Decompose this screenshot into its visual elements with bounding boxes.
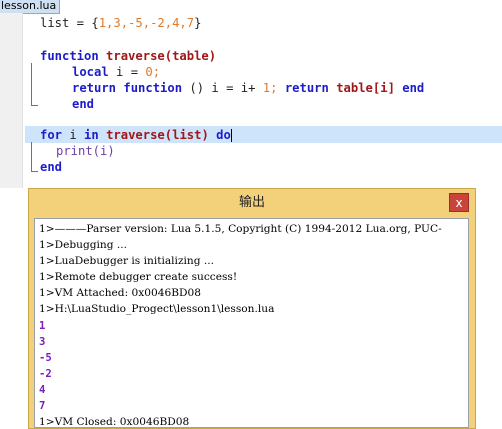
output-panel-title[interactable]: 输出 [29, 189, 475, 217]
code-text: ; [270, 81, 285, 95]
output-line: 1>VM Closed: 0x0046BD08 [39, 416, 190, 428]
code-text: (table) [164, 49, 217, 63]
output-result: 7 [39, 400, 46, 412]
code-line-10[interactable]: end [40, 159, 62, 175]
code-keyword: end [72, 97, 95, 111]
line-gutter [0, 13, 23, 188]
output-line: 1>H:\LuaStudio_Progect\lesson1\lesson.lu… [39, 303, 275, 315]
code-line-4[interactable]: local i = 0; [72, 64, 160, 80]
tab-lesson-lua[interactable]: lesson.lua [0, 0, 60, 14]
output-line: 1>LuaDebugger is initializing ... [39, 255, 214, 267]
code-number: 0 [145, 65, 153, 79]
code-text: i = [108, 65, 146, 79]
output-line: 1>———Parser version: Lua 5.1.5, Copyrigh… [39, 223, 442, 235]
code-keyword: return [72, 81, 117, 95]
output-line: 1>Remote debugger create success! [39, 271, 238, 283]
code-text: i [62, 128, 85, 142]
code-line-3[interactable]: function traverse(table) [40, 48, 216, 64]
fold-marker-function [31, 63, 38, 106]
code-number: 1,3,-5,-2,4,7 [98, 16, 195, 30]
editor-scroll-area [477, 188, 502, 427]
code-keyword: for [40, 128, 63, 142]
code-keyword: do [216, 128, 231, 142]
text-caret [230, 129, 232, 142]
output-panel: 输出 x 1>———Parser version: Lua 5.1.5, Cop… [28, 188, 476, 429]
code-line-5[interactable]: return function () i = i+ 1; return tabl… [72, 80, 424, 96]
code-function-name: traverse [106, 49, 165, 63]
code-text: () i = i+ [182, 81, 263, 95]
output-line: 1>Debugging ... [39, 239, 128, 251]
output-result: 4 [39, 384, 46, 396]
code-function-name: table [336, 81, 373, 95]
fold-marker-for [31, 142, 38, 172]
code-keyword: return [284, 81, 329, 95]
code-keyword: end [40, 160, 63, 174]
code-line-9[interactable]: print(i) [56, 143, 115, 159]
code-keyword: end [402, 81, 425, 95]
code-keyword: in [84, 128, 99, 142]
code-keyword: function [40, 49, 99, 63]
code-text: (list) [164, 128, 217, 142]
close-button[interactable]: x [449, 193, 469, 212]
code-line-8[interactable]: for i in traverse(list) do [40, 127, 232, 143]
code-keyword: function [123, 81, 183, 95]
code-text: list = { [40, 16, 99, 30]
code-text: ; [152, 65, 161, 79]
output-result: 3 [39, 336, 46, 348]
code-text: print(i) [56, 144, 115, 158]
code-line-6[interactable]: end [72, 96, 94, 112]
code-line-1[interactable]: list = {1,3,-5,-2,4,7} [40, 15, 201, 31]
code-text: [i] [372, 81, 403, 95]
output-text-area[interactable]: 1>———Parser version: Lua 5.1.5, Copyrigh… [34, 218, 469, 428]
output-result: -5 [39, 352, 52, 364]
output-line: 1>VM Attached: 0x0046BD08 [39, 287, 201, 299]
output-result: -2 [39, 368, 52, 380]
code-function-name: traverse [106, 128, 165, 142]
output-result: 1 [39, 320, 46, 332]
code-text: } [194, 16, 202, 30]
code-keyword: local [72, 65, 109, 79]
